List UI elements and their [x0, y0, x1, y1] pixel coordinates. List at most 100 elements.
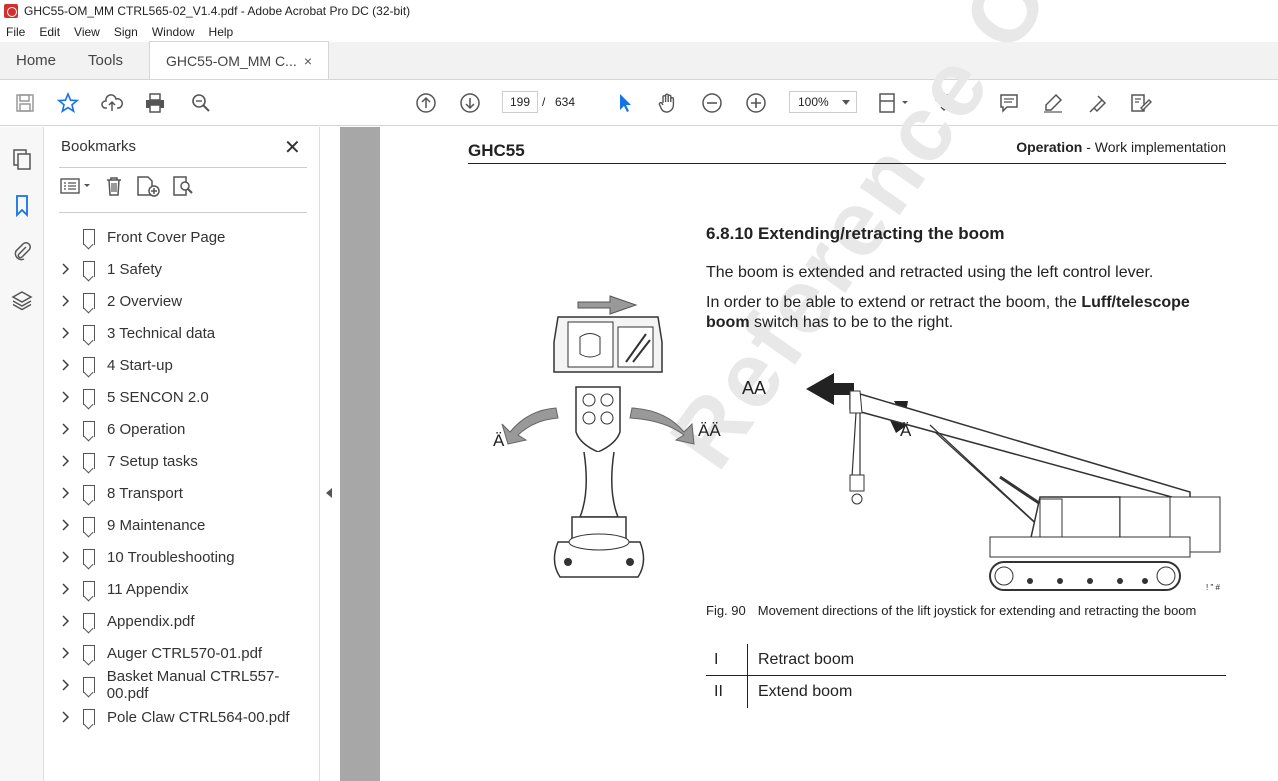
bookmark-item[interactable]: 8 Transport — [59, 477, 319, 509]
bookmark-item[interactable]: Pole Claw CTRL564-00.pdf — [59, 701, 319, 733]
chevron-right-icon[interactable] — [59, 391, 73, 403]
bookmark-item[interactable]: 9 Maintenance — [59, 509, 319, 541]
bookmark-item[interactable]: Front Cover Page — [59, 221, 319, 253]
table-cell-text: Retract boom — [758, 650, 855, 668]
bookmark-icon — [83, 229, 95, 245]
bookmark-icon — [83, 549, 95, 565]
save-icon[interactable] — [13, 91, 37, 115]
delete-icon[interactable] — [103, 175, 125, 202]
bookmark-item[interactable]: Appendix.pdf — [59, 605, 319, 637]
comment-icon[interactable] — [997, 91, 1021, 115]
zoom-in-icon[interactable] — [744, 91, 768, 115]
toolbar — [0, 80, 1278, 196]
bookmark-item[interactable]: 6 Operation — [59, 413, 319, 445]
menu-help[interactable]: Help — [209, 25, 234, 39]
menu-view[interactable]: View — [74, 25, 100, 39]
zoom-out-icon[interactable] — [700, 91, 724, 115]
page-thumbnails-icon[interactable] — [10, 147, 34, 171]
chevron-right-icon[interactable] — [59, 327, 73, 339]
new-bookmark-icon[interactable] — [135, 175, 161, 202]
bookmark-item[interactable]: 2 Overview — [59, 285, 319, 317]
bookmark-label: 10 Troubleshooting — [107, 548, 235, 566]
bookmark-label: Auger CTRL570-01.pdf — [107, 644, 263, 662]
bookmark-item[interactable]: 1 Safety — [59, 253, 319, 285]
left-rail — [0, 127, 44, 781]
chevron-right-icon[interactable] — [59, 263, 73, 275]
bookmark-label: 11 Appendix — [107, 580, 189, 598]
bookmark-item[interactable]: 5 SENCON 2.0 — [59, 381, 319, 413]
close-icon[interactable]: ✕ — [284, 135, 301, 160]
bookmarks-title: Bookmarks — [61, 138, 137, 155]
chevron-right-icon[interactable] — [59, 455, 73, 467]
scroll-mode-icon[interactable] — [932, 91, 956, 115]
paragraph-text: switch has to be to the right. — [749, 314, 954, 331]
tab-tools[interactable]: Tools — [72, 41, 139, 79]
hand-icon[interactable] — [656, 91, 680, 115]
header-rest: - Work implementation — [1082, 139, 1226, 155]
chevron-right-icon[interactable] — [59, 647, 73, 659]
zoom-select[interactable]: 100% — [789, 91, 857, 113]
divider — [59, 167, 307, 168]
chevron-right-icon[interactable] — [59, 359, 73, 371]
tab-home[interactable]: Home — [0, 41, 72, 79]
zoom-search-icon[interactable] — [189, 91, 213, 115]
menu-bar: File Edit View Sign Window Help — [0, 22, 1278, 42]
menu-sign[interactable]: Sign — [114, 25, 138, 39]
bookmark-icon — [82, 677, 95, 693]
menu-file[interactable]: File — [6, 25, 25, 39]
star-icon[interactable] — [56, 91, 80, 115]
chevron-right-icon[interactable] — [59, 519, 73, 531]
upload-icon[interactable] — [100, 91, 124, 115]
tab-document[interactable]: GHC55-OM_MM C... × — [149, 41, 330, 79]
bookmark-label: Front Cover Page — [107, 228, 226, 246]
layers-icon[interactable] — [10, 288, 34, 312]
print-icon[interactable] — [143, 91, 167, 115]
options-menu-icon[interactable] — [59, 176, 93, 201]
page-up-icon[interactable] — [414, 91, 438, 115]
legend-table: I Retract boom II Extend boom — [706, 644, 1226, 708]
crane-illustration — [806, 373, 1221, 591]
bookmark-item[interactable]: 3 Technical data — [59, 317, 319, 349]
fit-page-icon[interactable] — [876, 91, 912, 115]
chevron-right-icon[interactable] — [59, 615, 73, 627]
bookmark-item[interactable]: 4 Start-up — [59, 349, 319, 381]
figure-label-a: Ä — [900, 421, 912, 440]
bookmark-label: 4 Start-up — [107, 356, 173, 374]
bookmark-search-icon[interactable] — [171, 175, 195, 202]
fill-sign-icon[interactable] — [1129, 91, 1153, 115]
chevron-right-icon[interactable] — [59, 423, 73, 435]
paragraph: In order to be able to extend or retract… — [706, 293, 1226, 333]
sign-pen-icon[interactable] — [1085, 91, 1109, 115]
highlight-pen-icon[interactable] — [1041, 91, 1065, 115]
bookmark-item[interactable]: Auger CTRL570-01.pdf — [59, 637, 319, 669]
chevron-right-icon[interactable] — [59, 679, 73, 691]
select-cursor-icon[interactable] — [613, 91, 637, 115]
bookmark-panel-icon[interactable] — [10, 194, 34, 218]
attachment-icon[interactable] — [10, 239, 34, 263]
page-gutter — [340, 127, 380, 781]
header-bold: Operation — [1016, 139, 1083, 155]
bookmark-item[interactable]: 11 Appendix — [59, 573, 319, 605]
chevron-right-icon[interactable] — [59, 295, 73, 307]
bookmark-icon — [83, 645, 95, 661]
chevron-right-icon[interactable] — [59, 487, 73, 499]
bookmark-label: 8 Transport — [107, 484, 183, 502]
page-down-icon[interactable] — [458, 91, 482, 115]
figure-code: ! " # — [1206, 583, 1220, 592]
chevron-right-icon[interactable] — [59, 583, 73, 595]
table-cell-number: II — [706, 676, 748, 708]
chevron-right-icon[interactable] — [59, 711, 73, 723]
panel-collapse-handle[interactable] — [320, 127, 340, 781]
menu-window[interactable]: Window — [152, 25, 195, 39]
tab-close-button[interactable]: × — [304, 53, 312, 69]
bookmark-item[interactable]: 7 Setup tasks — [59, 445, 319, 477]
window-title: GHC55-OM_MM CTRL565-02_V1.4.pdf - Adobe … — [24, 4, 411, 18]
bookmark-label: 7 Setup tasks — [107, 452, 198, 470]
bookmark-item[interactable]: Basket Manual CTRL557-00.pdf — [59, 668, 319, 702]
bookmark-item[interactable]: 10 Troubleshooting — [59, 541, 319, 573]
page-number-input[interactable]: 199 — [502, 91, 538, 113]
page-total: 634 — [555, 95, 576, 109]
menu-edit[interactable]: Edit — [39, 25, 60, 39]
table-cell-number: I — [706, 644, 748, 675]
chevron-right-icon[interactable] — [59, 551, 73, 563]
